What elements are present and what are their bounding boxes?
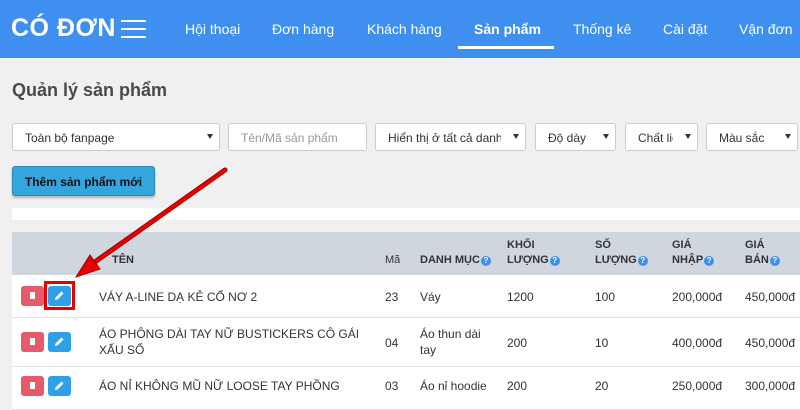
add-product-button[interactable]: Thêm sản phẩm mới: [12, 166, 155, 196]
thickness-select-value: Độ dày: [548, 131, 587, 145]
chevron-down-icon: [685, 134, 691, 139]
header-category: DANH MỤC?: [420, 253, 491, 268]
logo[interactable]: CÓ ĐƠN: [11, 14, 116, 43]
edit-button[interactable]: [48, 332, 71, 352]
product-name-line2: XẤU SỐ: [99, 343, 145, 357]
table-row: ÁO NỈ KHÔNG MŨ NỮ LOOSE TAY PHỒNG 03 Áo …: [12, 367, 800, 410]
header-price-line1: GIÁ: [745, 239, 765, 251]
chevron-down-icon: [785, 134, 791, 139]
delete-button[interactable]: [21, 376, 44, 396]
product-price: 450,000đ: [745, 336, 796, 350]
header-qty-line1: SỐ: [595, 239, 611, 251]
delete-button[interactable]: [21, 332, 44, 352]
nav-customers[interactable]: Khách hàng: [367, 21, 442, 37]
product-code: 03: [385, 379, 399, 393]
category-select-value: Hiển thị ở tất cả danh m: [388, 131, 516, 145]
color-select[interactable]: Màu sắc: [706, 123, 798, 151]
chevron-down-icon: [603, 134, 609, 139]
top-navbar: CÓ ĐƠN Hội thoại Đơn hàng Khách hàng Sản…: [0, 0, 800, 58]
product-category-line1: Áo thun dài: [420, 327, 481, 341]
edit-button[interactable]: [48, 376, 71, 396]
nav-orders[interactable]: Đơn hàng: [272, 21, 334, 37]
product-price: 300,000đ: [745, 379, 796, 393]
header-weight: KHỐI LƯỢNG?: [507, 238, 560, 268]
header-name: TÊN: [112, 254, 134, 266]
menu-icon[interactable]: [121, 20, 146, 38]
header-qty: SỐ LƯỢNG?: [595, 238, 648, 268]
product-cost: 400,000đ: [672, 336, 723, 350]
table-row: VÁY A-LINE DẠ KẺ CỔ NƠ 2 23 Váy 1200 100…: [12, 275, 800, 318]
product-price: 450,000đ: [745, 290, 796, 304]
annotation-highlight-box: [44, 281, 75, 310]
product-code: 04: [385, 336, 399, 350]
product-name[interactable]: ÁO PHÔNG DÀI TAY NỮ BUSTICKERS CÔ GÁI XẤ…: [99, 326, 359, 358]
delete-button[interactable]: [21, 286, 44, 306]
product-weight: 1200: [507, 290, 534, 304]
product-search-input[interactable]: Tên/Mã sản phẩm: [228, 123, 367, 151]
nav-shipping[interactable]: Vận đơn: [739, 21, 793, 37]
help-icon[interactable]: ?: [549, 256, 560, 266]
product-category: Áo nỉ hoodie: [420, 379, 487, 393]
chevron-down-icon: [513, 134, 519, 139]
thickness-select[interactable]: Độ dày: [535, 123, 616, 151]
divider: [12, 208, 800, 220]
header-cost: GIÁ NHẬP?: [672, 238, 715, 268]
product-name-line1: ÁO PHÔNG DÀI TAY NỮ BUSTICKERS CÔ GÁI: [99, 327, 360, 341]
product-weight: 200: [507, 336, 528, 350]
product-cost: 200,000đ: [672, 290, 723, 304]
nav-settings[interactable]: Cài đặt: [663, 21, 707, 37]
header-code: Mã: [385, 254, 401, 266]
chevron-down-icon: [207, 134, 213, 139]
header-weight-line2: LƯỢNG: [507, 254, 549, 266]
nav-conversations[interactable]: Hội thoại: [185, 21, 240, 37]
product-category-line2: tay: [420, 343, 437, 357]
table-header: TÊN Mã DANH MỤC? KHỐI LƯỢNG? SỐ LƯỢNG? GIÁ…: [12, 232, 800, 275]
header-cost-line1: GIÁ: [672, 239, 692, 251]
product-code: 23: [385, 290, 399, 304]
help-icon[interactable]: ?: [704, 256, 715, 266]
help-icon[interactable]: ?: [480, 256, 491, 266]
header-cost-line2: NHẬP: [672, 254, 704, 266]
color-select-value: Màu sắc: [719, 131, 765, 145]
material-select-value: Chất liệ: [638, 131, 679, 145]
header-qty-line2: LƯỢNG: [595, 254, 637, 266]
product-name[interactable]: VÁY A-LINE DẠ KẺ CỔ NƠ 2: [99, 289, 257, 305]
nav-statistics[interactable]: Thống kê: [573, 21, 631, 37]
page-title: Quản lý sản phẩm: [12, 80, 168, 100]
header-price: GIÁ BÁN?: [745, 238, 780, 268]
search-placeholder: Tên/Mã sản phẩm: [241, 131, 338, 145]
table-row: ÁO PHÔNG DÀI TAY NỮ BUSTICKERS CÔ GÁI XẤ…: [12, 318, 800, 367]
product-category: Áo thun dài tay: [420, 326, 481, 358]
fanpage-select-value: Toàn bộ fanpage: [25, 131, 115, 145]
help-icon[interactable]: ?: [637, 256, 648, 266]
pencil-icon: [55, 381, 64, 390]
product-cost: 250,000đ: [672, 379, 723, 393]
material-select[interactable]: Chất liệ: [625, 123, 698, 151]
product-qty: 10: [595, 336, 609, 350]
header-price-line2: BÁN: [745, 254, 769, 266]
product-weight: 200: [507, 379, 528, 393]
header-weight-line1: KHỐI: [507, 239, 535, 251]
active-tab-indicator: [458, 46, 554, 49]
product-qty: 100: [595, 290, 616, 304]
help-icon[interactable]: ?: [769, 256, 780, 266]
category-select[interactable]: Hiển thị ở tất cả danh m: [375, 123, 526, 151]
nav-products[interactable]: Sản phẩm: [474, 21, 541, 37]
product-name[interactable]: ÁO NỈ KHÔNG MŨ NỮ LOOSE TAY PHỒNG: [99, 378, 340, 394]
header-category-label: DANH MỤC: [420, 254, 480, 266]
product-qty: 20: [595, 379, 609, 393]
fanpage-select[interactable]: Toàn bộ fanpage: [12, 123, 220, 151]
pencil-icon: [55, 337, 64, 346]
product-category: Váy: [420, 290, 441, 304]
